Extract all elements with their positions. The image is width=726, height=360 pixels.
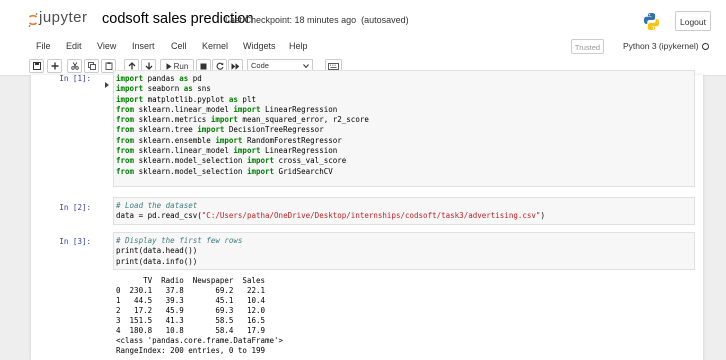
output-line: 1 44.5 39.3 45.1 10.4 [116,296,266,305]
code-comment: # Load the dataset [116,201,198,210]
fast-forward-icon [231,62,240,70]
restart-icon [216,62,224,70]
trusted-indicator[interactable]: Trusted [571,39,604,54]
code-line: from sklearn.model_selection import Grid… [116,166,333,176]
python-logo-icon [643,12,660,31]
cell-3-prompt: In [3]: [59,237,91,246]
cut-button[interactable] [67,59,82,73]
output-line: 3 151.5 41.3 58.5 16.5 [116,316,266,325]
code-line: from sklearn.model_selection import cros… [116,156,347,166]
output-line: <class 'pandas.core.frame.DataFrame'> [116,336,284,345]
code-line: from sklearn.metrics import mean_squared… [116,115,369,125]
scissors-icon [70,62,79,70]
checkpoint-text: Last Checkpoint: 18 minutes ago [225,15,357,25]
arrow-down-icon [145,62,152,70]
keyboard-icon [328,63,339,70]
menu-kernel[interactable]: Kernel [202,41,228,51]
menu-file[interactable]: File [36,41,51,51]
code-line: import pandas as pd [116,74,202,83]
save-button[interactable] [29,59,44,73]
code-line: from sklearn.linear_model import LinearR… [116,104,338,114]
jupyter-logo-icon [28,13,38,27]
copy-icon [87,62,96,70]
kernel-status-icon [702,43,709,50]
output-line: 4 180.8 10.8 58.4 17.9 [116,326,266,335]
output-line: RangeIndex: 200 entries, 0 to 199 [116,346,266,355]
arrow-up-icon [128,62,135,70]
cell-3-code: # Display the first few rows print(data.… [116,236,242,267]
menu-help[interactable]: Help [289,41,308,51]
menu-insert[interactable]: Insert [132,41,155,51]
code-line: print(data.info()) [116,256,198,266]
code-line: import seaborn as sns [116,84,211,94]
cell-1-code: import pandas as pd import seaborn as sn… [116,74,369,177]
cell-2-prompt: In [2]: [59,203,91,212]
code-line: data = pd.read_csv("C:/Users/patha/OneDr… [116,211,545,221]
kernel-name[interactable]: Python 3 (ipykernel) [623,41,699,51]
cell-3-output: TV Radio Newspaper Sales 0 230.1 37.8 69… [116,276,283,356]
menu-widgets[interactable]: Widgets [243,41,276,51]
code-line: from sklearn.ensemble import RandomFores… [116,135,342,145]
output-line: 0 230.1 37.8 69.2 22.1 [116,286,266,295]
chevron-down-icon [303,64,309,68]
logout-button[interactable]: Logout [675,11,711,31]
jupyter-logo[interactable]: jupyter [28,9,98,31]
code-line: import matplotlib.pyplot as plt [116,94,256,104]
menu-cell[interactable]: Cell [171,41,187,51]
save-icon [32,62,41,70]
header: jupyter codsoft sales prediction Last Ch… [0,0,726,37]
cell-1-prompt: In [1]: [59,74,91,83]
output-line: 2 17.2 45.9 69.3 12.0 [116,306,266,315]
menubar: File Edit View Insert Cell Kernel Widget… [0,37,726,58]
autosave-text: (autosaved) [361,15,409,25]
cell-2-code: # Load the dataset data = pd.read_csv("C… [116,201,545,222]
code-line: from sklearn.tree import DecisionTreeReg… [116,125,324,135]
menu-edit[interactable]: Edit [66,41,82,51]
code-comment: # Display the first few rows [116,236,243,245]
copy-button[interactable] [84,59,99,73]
code-line: print(data.head()) [116,246,198,256]
checkpoint-status: Last Checkpoint: 18 minutes ago (autosav… [225,15,409,25]
play-icon [166,62,172,70]
code-line: from sklearn.linear_model import LinearR… [116,146,338,156]
insert-cell-button[interactable] [47,59,62,73]
output-line: TV Radio Newspaper Sales [116,276,266,285]
stop-icon [200,63,207,69]
jupyter-logo-text: jupyter [39,9,88,26]
menu-view[interactable]: View [97,41,116,51]
cell-type-value: Code [251,61,269,70]
paste-icon [105,62,112,70]
plus-icon [51,62,58,70]
collapse-marker-icon[interactable] [105,75,109,88]
